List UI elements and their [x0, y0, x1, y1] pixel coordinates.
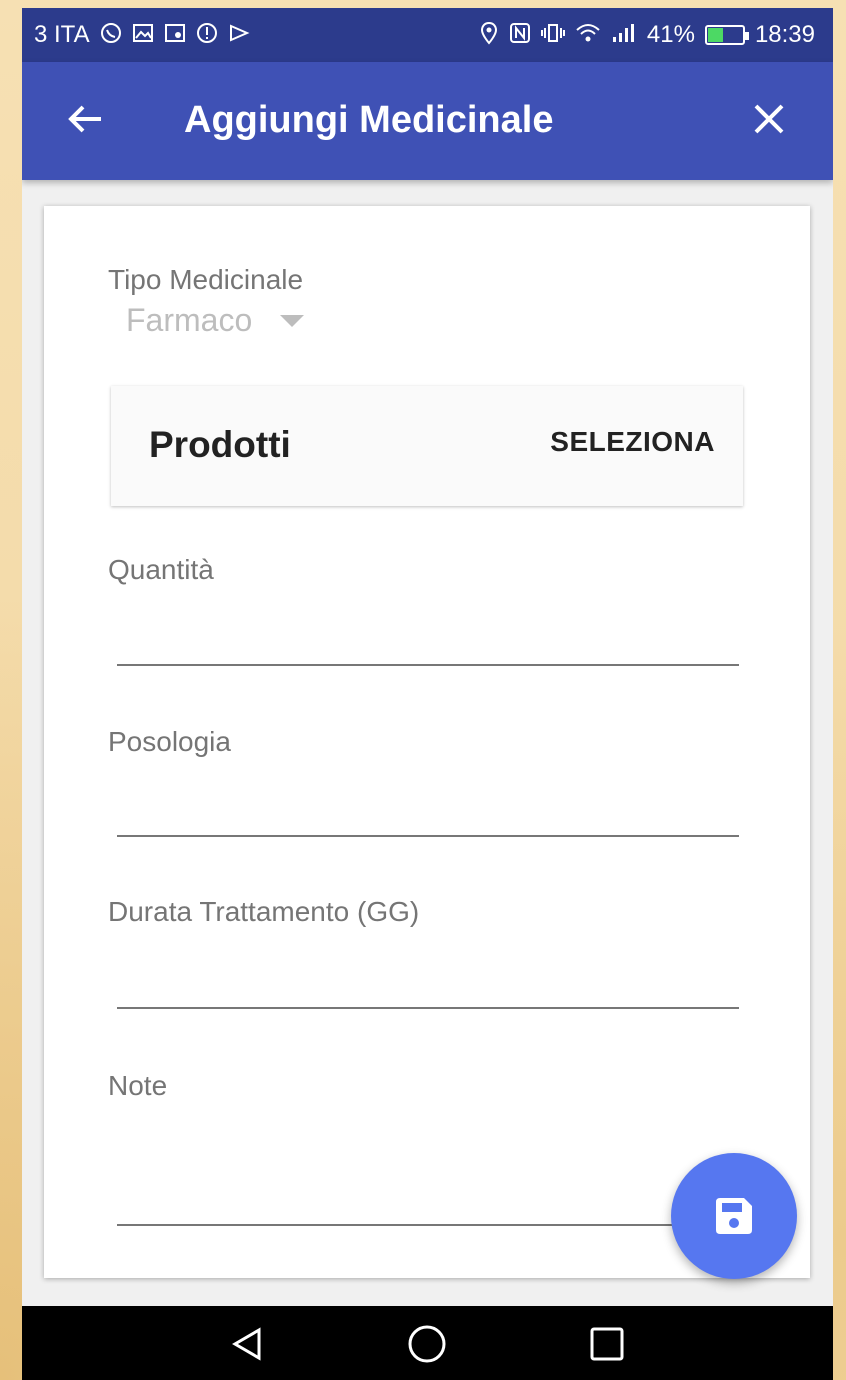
back-button[interactable]	[60, 94, 110, 144]
vibrate-icon	[540, 22, 565, 48]
wifi-icon	[575, 22, 601, 48]
nav-recents-icon	[590, 1327, 624, 1361]
prodotti-panel: Prodotti SELEZIONA	[111, 386, 743, 506]
posologia-underline	[117, 835, 739, 837]
posologia-input[interactable]	[117, 786, 739, 836]
quantita-underline	[117, 664, 739, 666]
location-icon	[479, 21, 499, 49]
maps-icon	[164, 22, 186, 48]
arrow-back-icon	[68, 105, 101, 133]
posologia-label: Posologia	[108, 726, 231, 757]
nav-recents-button[interactable]	[587, 1324, 627, 1364]
save-icon	[716, 1198, 752, 1234]
quantita-label: Quantità	[108, 554, 214, 585]
close-icon	[754, 104, 784, 134]
durata-underline	[117, 1007, 739, 1009]
prodotti-title: Prodotti	[149, 424, 291, 465]
chevron-down-icon	[280, 314, 305, 327]
note-input[interactable]	[117, 1174, 739, 1224]
carrier-label: 3 ITA	[34, 21, 90, 48]
nav-home-icon	[408, 1325, 446, 1363]
note-label: Note	[108, 1070, 168, 1101]
form-card: Tipo Medicinale Farmaco Prodotti SELEZIO…	[44, 206, 810, 1278]
phone-screen: 3 ITA 41% 18:39 Aggiungi Medicinale Tipo…	[22, 8, 833, 1380]
nav-back-button[interactable]	[227, 1324, 267, 1364]
tipo-medicinale-label: Tipo Medicinale	[108, 264, 304, 295]
signal-icon	[611, 22, 637, 48]
nfc-icon	[509, 22, 531, 48]
play-store-icon	[228, 22, 250, 48]
status-left: 3 ITA	[34, 21, 250, 49]
durata-label: Durata Trattamento (GG)	[108, 896, 420, 927]
alert-icon	[196, 22, 218, 48]
save-button[interactable]	[671, 1153, 797, 1279]
nav-home-button[interactable]	[407, 1324, 447, 1364]
tipo-medicinale-value: Farmaco	[126, 302, 253, 338]
gallery-icon	[132, 22, 154, 48]
tipo-medicinale-dropdown[interactable]: Farmaco	[126, 302, 305, 339]
whatsapp-icon	[100, 22, 122, 48]
battery-level	[707, 28, 723, 42]
app-bar: Aggiungi Medicinale	[22, 62, 833, 180]
nav-back-icon	[232, 1327, 261, 1361]
note-underline	[117, 1224, 739, 1226]
status-bar: 3 ITA 41% 18:39	[22, 8, 833, 62]
navigation-bar	[22, 1306, 833, 1380]
durata-input[interactable]	[117, 958, 739, 1008]
page-title: Aggiungi Medicinale	[184, 99, 554, 141]
status-right: 41% 18:39	[479, 21, 815, 49]
battery-percent: 41%	[646, 21, 695, 48]
clock: 18:39	[754, 21, 815, 48]
battery-icon	[704, 25, 749, 45]
seleziona-button[interactable]: SELEZIONA	[550, 426, 715, 458]
quantita-input[interactable]	[117, 614, 739, 664]
close-button[interactable]	[744, 94, 794, 144]
